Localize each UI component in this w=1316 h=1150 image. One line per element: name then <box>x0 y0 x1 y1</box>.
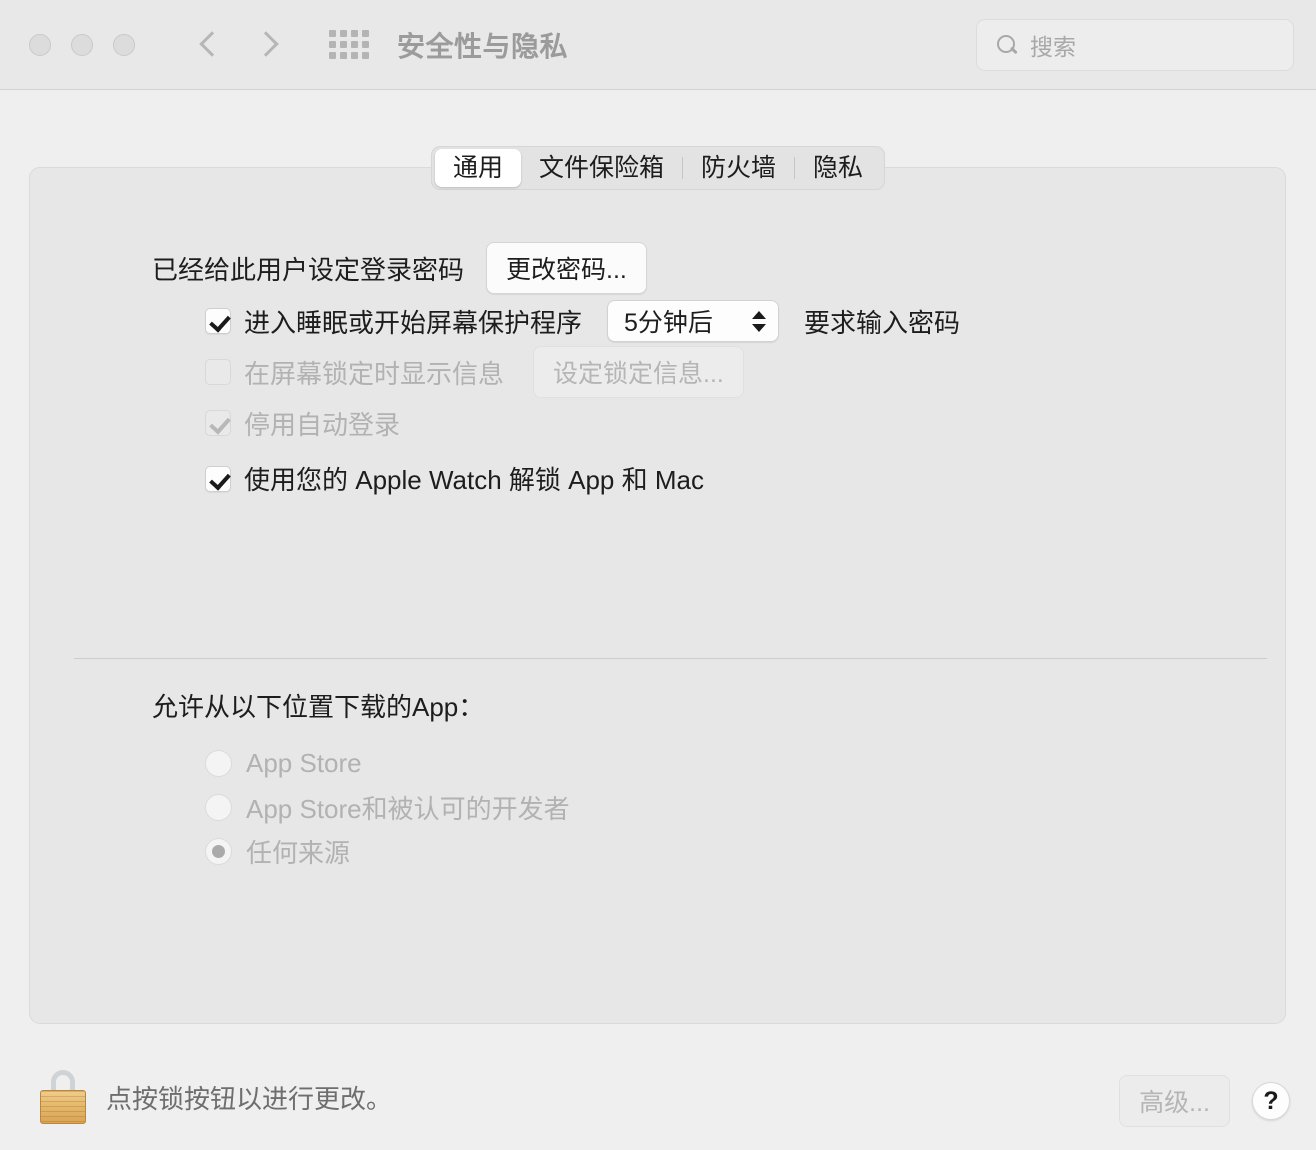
require-password-label: 进入睡眠或开始屏幕保护程序 <box>244 307 583 338</box>
radio-app-store: App Store <box>205 741 570 785</box>
navigation-arrows <box>197 25 279 65</box>
security-options-list: 进入睡眠或开始屏幕保护程序 5分钟后 要求输入密码 在屏幕锁定时显示信息 设定锁… <box>205 296 960 506</box>
lock-area: 点按锁按钮以进行更改。 <box>40 1070 392 1124</box>
radio-app-store-label: App Store <box>246 747 362 778</box>
set-lock-message-button: 设定锁定信息... <box>533 346 744 398</box>
disable-auto-login-row: 停用自动登录 <box>205 398 960 448</box>
forward-chevron-icon[interactable] <box>253 25 279 65</box>
radio-anywhere: 任何来源 <box>205 829 570 873</box>
bottom-bar-actions: 高级... ? <box>1119 1075 1290 1127</box>
show-lock-message-row: 在屏幕锁定时显示信息 设定锁定信息... <box>205 346 960 398</box>
back-chevron-icon[interactable] <box>197 25 223 65</box>
password-status-row: 已经给此用户设定登录密码 更改密码... <box>152 242 647 294</box>
disable-auto-login-checkbox <box>205 410 231 436</box>
tab-privacy[interactable]: 隐私 <box>795 149 881 187</box>
lock-message: 点按锁按钮以进行更改。 <box>106 1083 393 1114</box>
show-all-grid-icon[interactable] <box>329 30 369 59</box>
disable-auto-login-label: 停用自动登录 <box>244 409 401 440</box>
download-source-title: 允许从以下位置下载的App： <box>152 692 485 722</box>
require-password-row[interactable]: 进入睡眠或开始屏幕保护程序 5分钟后 要求输入密码 <box>205 296 960 346</box>
apple-watch-unlock-row[interactable]: 使用您的 Apple Watch 解锁 App 和 Mac <box>205 452 960 505</box>
search-icon <box>997 35 1017 55</box>
close-button[interactable] <box>29 33 51 56</box>
settings-panel: 已经给此用户设定登录密码 更改密码... 进入睡眠或开始屏幕保护程序 5分钟后 … <box>29 167 1286 1024</box>
radio-anywhere-button <box>205 837 232 865</box>
require-password-delay-value: 5分钟后 <box>624 309 713 337</box>
password-status-label: 已经给此用户设定登录密码 <box>152 254 465 285</box>
radio-identified-developers-button <box>205 793 232 821</box>
lock-body <box>40 1090 86 1124</box>
require-password-suffix: 要求输入密码 <box>804 307 961 338</box>
apple-watch-unlock-label: 使用您的 Apple Watch 解锁 App 和 Mac <box>244 465 704 495</box>
radio-app-store-button <box>205 749 232 777</box>
tab-firewall[interactable]: 防火墙 <box>683 149 794 187</box>
download-source-section: 允许从以下位置下载的App： App Store App Store和被认可的开… <box>152 687 570 873</box>
tab-bar-container: 通用 文件保险箱 防火墙 隐私 <box>0 146 1316 190</box>
window-toolbar: 安全性与隐私 搜索 <box>0 0 1316 90</box>
tab-general[interactable]: 通用 <box>434 149 521 187</box>
tab-filevault[interactable]: 文件保险箱 <box>521 149 682 187</box>
lock-closed-icon[interactable] <box>40 1070 86 1124</box>
require-password-checkbox[interactable] <box>205 308 231 334</box>
search-input[interactable]: 搜索 <box>976 19 1294 71</box>
bottom-bar: 点按锁按钮以进行更改。 高级... ? <box>0 1055 1316 1150</box>
radio-anywhere-label: 任何来源 <box>246 837 351 868</box>
search-placeholder: 搜索 <box>1030 34 1076 60</box>
show-lock-message-label: 在屏幕锁定时显示信息 <box>244 358 505 389</box>
change-password-button[interactable]: 更改密码... <box>486 242 647 294</box>
advanced-button: 高级... <box>1119 1075 1230 1127</box>
require-password-delay-popup[interactable]: 5分钟后 <box>607 300 780 342</box>
section-divider <box>74 658 1267 659</box>
apple-watch-unlock-checkbox[interactable] <box>205 465 231 492</box>
show-lock-message-checkbox <box>205 359 231 385</box>
traffic-lights <box>29 33 135 56</box>
zoom-button[interactable] <box>113 33 135 56</box>
page-title: 安全性与隐私 <box>397 30 569 62</box>
minimize-button[interactable] <box>71 33 93 56</box>
help-button[interactable]: ? <box>1252 1082 1290 1120</box>
radio-app-store-and-identified-developers: App Store和被认可的开发者 <box>205 785 570 829</box>
radio-identified-developers-label: App Store和被认可的开发者 <box>246 793 570 824</box>
chevron-updown-icon <box>752 310 767 332</box>
tab-bar: 通用 文件保险箱 防火墙 隐私 <box>430 146 886 190</box>
